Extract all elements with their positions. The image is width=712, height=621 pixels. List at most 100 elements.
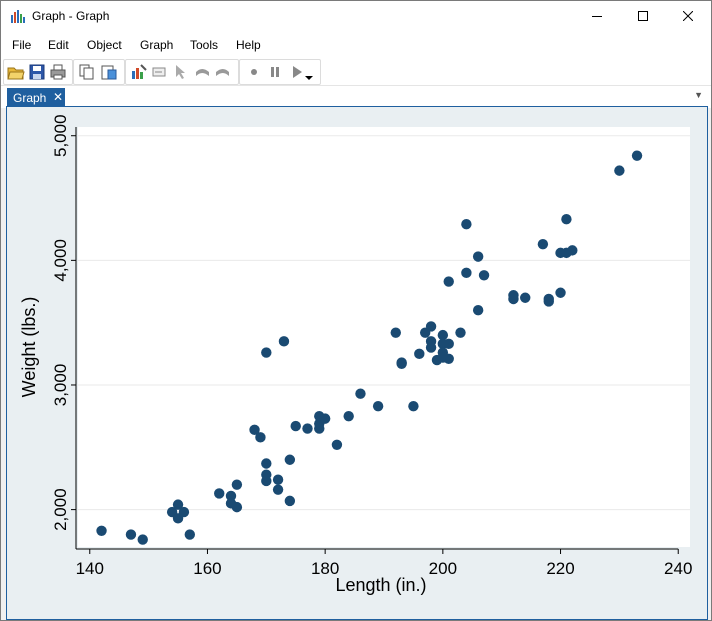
maximize-button[interactable] [620,1,666,31]
scatter-point [284,495,296,507]
menu-edit[interactable]: Edit [48,38,69,52]
scatter-point [390,327,401,338]
minimize-icon [592,16,602,17]
y-tick-label: 3,000 [51,364,70,407]
tab-label: Graph [13,91,47,105]
scatter-point [278,336,290,347]
x-tick-label: 160 [193,559,221,578]
scatter-point [461,219,472,230]
pointer-icon[interactable] [172,63,190,81]
scatter-point [355,388,366,399]
close-icon [683,11,693,21]
minimize-button[interactable] [574,1,620,31]
y-axis-label: Weight (lbs.) [19,297,39,398]
menu-tools[interactable]: Tools [190,38,218,52]
scatter-point [443,276,454,287]
menu-object[interactable]: Object [87,38,122,52]
dropdown-icon[interactable] [304,63,314,81]
scatter-point [425,321,437,332]
close-button[interactable] [665,1,711,31]
scatter-point [261,347,272,358]
scatter-point [425,342,437,353]
scatter-point [96,525,107,536]
scatter-point [478,270,490,281]
record-icon[interactable] [245,63,263,81]
scatter-point [261,475,272,487]
toolbar-group-file [3,59,73,85]
scatter-point [408,400,419,412]
scatter-point [372,400,384,412]
scatter-point [455,327,466,338]
graph-area: 2,000 3,000 4,000 5,000 140 160 180 200 220 240 Le… [6,106,708,620]
scatter-point [614,165,625,176]
undo-icon[interactable] [193,63,211,81]
scatter-point [184,529,196,540]
scatter-point [472,251,484,262]
menu-bar: File Edit Object Graph Tools Help [1,31,711,57]
paste-icon[interactable] [100,63,118,81]
scatter-point [261,458,272,469]
y-tick-label: 5,000 [51,114,70,157]
menu-graph[interactable]: Graph [140,38,173,52]
print-icon[interactable] [49,63,67,81]
open-icon[interactable] [7,63,25,81]
tab-graph[interactable]: Graph ✕ [7,88,65,107]
graph-editor-icon[interactable] [130,63,148,81]
scatter-point [443,353,454,365]
menu-file[interactable]: File [12,38,31,52]
scatter-point [319,413,331,424]
scatter-point [461,267,472,279]
scatter-point [520,292,531,303]
scatter-point [343,410,354,422]
scatter-point [214,488,225,499]
toolbar-group-clipboard [73,59,125,85]
app-window: Graph - Graph File Edit Object Graph Too… [0,0,712,621]
scatter-point [561,214,572,225]
rename-icon[interactable] [151,63,169,81]
scatter-point [631,150,643,161]
menu-help[interactable]: Help [236,38,261,52]
x-tick-label: 220 [546,559,574,578]
tab-list-dropdown-icon[interactable]: ▼ [694,90,703,100]
toolbar-group-graph [125,59,239,85]
scatter-point [272,484,284,495]
pause-icon[interactable] [266,63,284,81]
toolbar-group-recorder [239,59,321,85]
scatter-point [231,479,243,490]
y-tick-label: 2,000 [51,488,70,531]
scatter-point [284,454,296,465]
scatter-point [508,293,519,305]
scatter-point [555,287,566,298]
scatter-point [396,357,407,368]
scatter-point [472,305,484,316]
x-tick-label: 240 [664,559,692,578]
maximize-icon [638,11,648,21]
scatter-point [414,348,425,360]
scatter-point [178,506,190,518]
redo-icon[interactable] [214,63,232,81]
scatter-plot: 2,0003,0004,0005,000140 160 180 200 220 240Le… [19,114,692,595]
copy-icon[interactable] [78,63,96,81]
scatter-point [302,423,313,434]
scatter-point [567,245,578,256]
graph-app-icon [11,10,25,23]
scatter-point [443,338,454,350]
scatter-point [255,432,266,443]
tab-close-icon[interactable]: ✕ [53,90,63,104]
y-tick-label: 4,000 [51,239,70,282]
save-icon[interactable] [28,63,46,81]
tab-bar: Graph ✕ ▼ [1,85,711,108]
scatter-point [125,529,137,540]
window-title: Graph - Graph [32,9,110,23]
scatter-point [331,439,343,451]
scatter-point [137,534,148,545]
x-tick-label: 140 [76,559,104,578]
title-bar: Graph - Graph [1,1,711,31]
scatter-point [543,296,554,307]
scatter-point [272,474,284,485]
scatter-point [290,420,301,432]
scatter-point [537,238,549,250]
plot-region [78,127,690,547]
toolbar [1,57,711,85]
x-axis-label: Length (in.) [335,575,426,595]
